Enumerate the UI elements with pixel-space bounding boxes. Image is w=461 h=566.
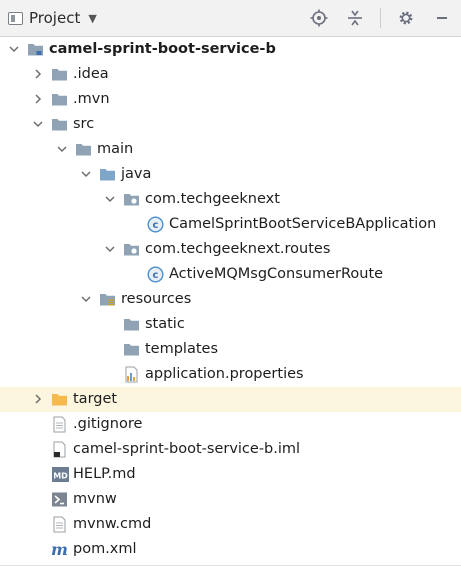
svg-text:c: c [153, 220, 159, 231]
tree-row-resources[interactable]: resources [0, 287, 461, 312]
chevron-down-icon: ▼ [88, 11, 97, 25]
tree-row-com-techgeeknext-routes[interactable]: com.techgeeknext.routes [0, 237, 461, 262]
folder-icon [123, 341, 140, 358]
package-folder-icon [123, 191, 140, 208]
text-file-icon [51, 516, 68, 533]
folder-icon [51, 66, 68, 83]
package-folder-icon [123, 241, 140, 258]
project-view-selector[interactable]: Project ▼ [8, 0, 97, 36]
locate-icon[interactable] [308, 7, 330, 29]
tree-row-gitignore[interactable]: .gitignore [0, 412, 461, 437]
gear-icon[interactable] [395, 7, 417, 29]
tree-item-label: resources [121, 291, 192, 307]
tree-row-mvnw-cmd[interactable]: mvnw.cmd [0, 512, 461, 537]
tree-row-templates[interactable]: templates [0, 337, 461, 362]
chevron-down-icon[interactable] [81, 294, 91, 304]
svg-text:m: m [51, 541, 68, 558]
iml-file-icon [51, 441, 68, 458]
tree-row-camelsprintbootservicebapplication[interactable]: c CamelSprintBootServiceBApplication [0, 212, 461, 237]
resources-folder-icon [99, 291, 116, 308]
properties-file-icon [123, 366, 140, 383]
tree-item-label: CamelSprintBootServiceBApplication [169, 216, 437, 232]
tree-item-label: com.techgeeknext.routes [145, 241, 331, 257]
tree-item-label: pom.xml [73, 541, 137, 557]
tree-row-camel-sprint-boot-service-b[interactable]: camel-sprint-boot-service-b [0, 37, 461, 62]
tree-item-label: HELP.md [73, 466, 136, 482]
tree-item-label: .mvn [73, 91, 110, 107]
tree-row-application-properties[interactable]: application.properties [0, 362, 461, 387]
chevron-right-icon[interactable] [33, 394, 43, 404]
tree-row-src[interactable]: src [0, 112, 461, 137]
toolbar-divider [380, 8, 381, 28]
tree-row-com-techgeeknext[interactable]: com.techgeeknext [0, 187, 461, 212]
tree-item-label: main [97, 141, 134, 157]
collapse-all-icon[interactable] [344, 7, 366, 29]
java-class-icon: c [147, 266, 164, 283]
excluded-folder-icon [51, 391, 68, 408]
tree-item-label: mvnw [73, 491, 117, 507]
tree-row-idea[interactable]: .idea [0, 62, 461, 87]
tree-item-label: .idea [73, 66, 109, 82]
source-folder-icon [99, 166, 116, 183]
project-panel-icon [8, 11, 23, 25]
tree-item-label: camel-sprint-boot-service-b [49, 41, 276, 57]
tree-row-mvnw[interactable]: mvnw [0, 487, 461, 512]
folder-icon [75, 141, 92, 158]
chevron-down-icon[interactable] [33, 119, 43, 129]
tree-item-label: static [145, 316, 185, 332]
chevron-down-icon[interactable] [105, 244, 115, 254]
chevron-right-icon[interactable] [33, 94, 43, 104]
tree-row-pom-xml[interactable]: m pom.xml [0, 537, 461, 562]
java-class-icon: c [147, 216, 164, 233]
tree-row-static[interactable]: static [0, 312, 461, 337]
tree-item-label: camel-sprint-boot-service-b.iml [73, 441, 301, 457]
tree-row-java[interactable]: java [0, 162, 461, 187]
project-view-title: Project [29, 9, 81, 27]
tree-item-label: ActiveMQMsgConsumerRoute [169, 266, 384, 282]
tree-item-label: com.techgeeknext [145, 191, 280, 207]
tree-row-activemqmsgconsumerroute[interactable]: c ActiveMQMsgConsumerRoute [0, 262, 461, 287]
folder-icon [123, 316, 140, 333]
svg-text:MD: MD [53, 472, 68, 481]
tree-row-camel-sprint-boot-service-b-iml[interactable]: camel-sprint-boot-service-b.iml [0, 437, 461, 462]
project-toolbar: Project ▼ [0, 0, 461, 37]
chevron-down-icon[interactable] [105, 194, 115, 204]
chevron-down-icon[interactable] [9, 44, 19, 54]
tree-item-label: .gitignore [73, 416, 143, 432]
shell-script-icon [51, 491, 68, 508]
chevron-down-icon[interactable] [81, 169, 91, 179]
tree-row-main[interactable]: main [0, 137, 461, 162]
text-file-icon [51, 416, 68, 433]
markdown-file-icon: MD [51, 466, 69, 483]
tree-row-mvn[interactable]: .mvn [0, 87, 461, 112]
project-tree: camel-sprint-boot-service-b .idea .mvn src m… [0, 37, 461, 566]
tree-item-label: application.properties [145, 366, 304, 382]
folder-icon [51, 91, 68, 108]
chevron-down-icon[interactable] [57, 144, 67, 154]
module-folder-icon [27, 41, 44, 58]
tree-item-label: src [73, 116, 95, 132]
tree-row-help-md[interactable]: MD HELP.md [0, 462, 461, 487]
tree-item-label: templates [145, 341, 219, 357]
tree-item-label: target [73, 391, 118, 407]
tree-item-label: java [121, 166, 152, 182]
minimize-icon[interactable] [431, 7, 453, 29]
folder-icon [51, 116, 68, 133]
tree-row-target[interactable]: target [0, 387, 461, 412]
maven-icon: m [51, 540, 68, 559]
chevron-right-icon[interactable] [33, 69, 43, 79]
svg-text:c: c [153, 270, 159, 281]
tree-item-label: mvnw.cmd [73, 516, 152, 532]
